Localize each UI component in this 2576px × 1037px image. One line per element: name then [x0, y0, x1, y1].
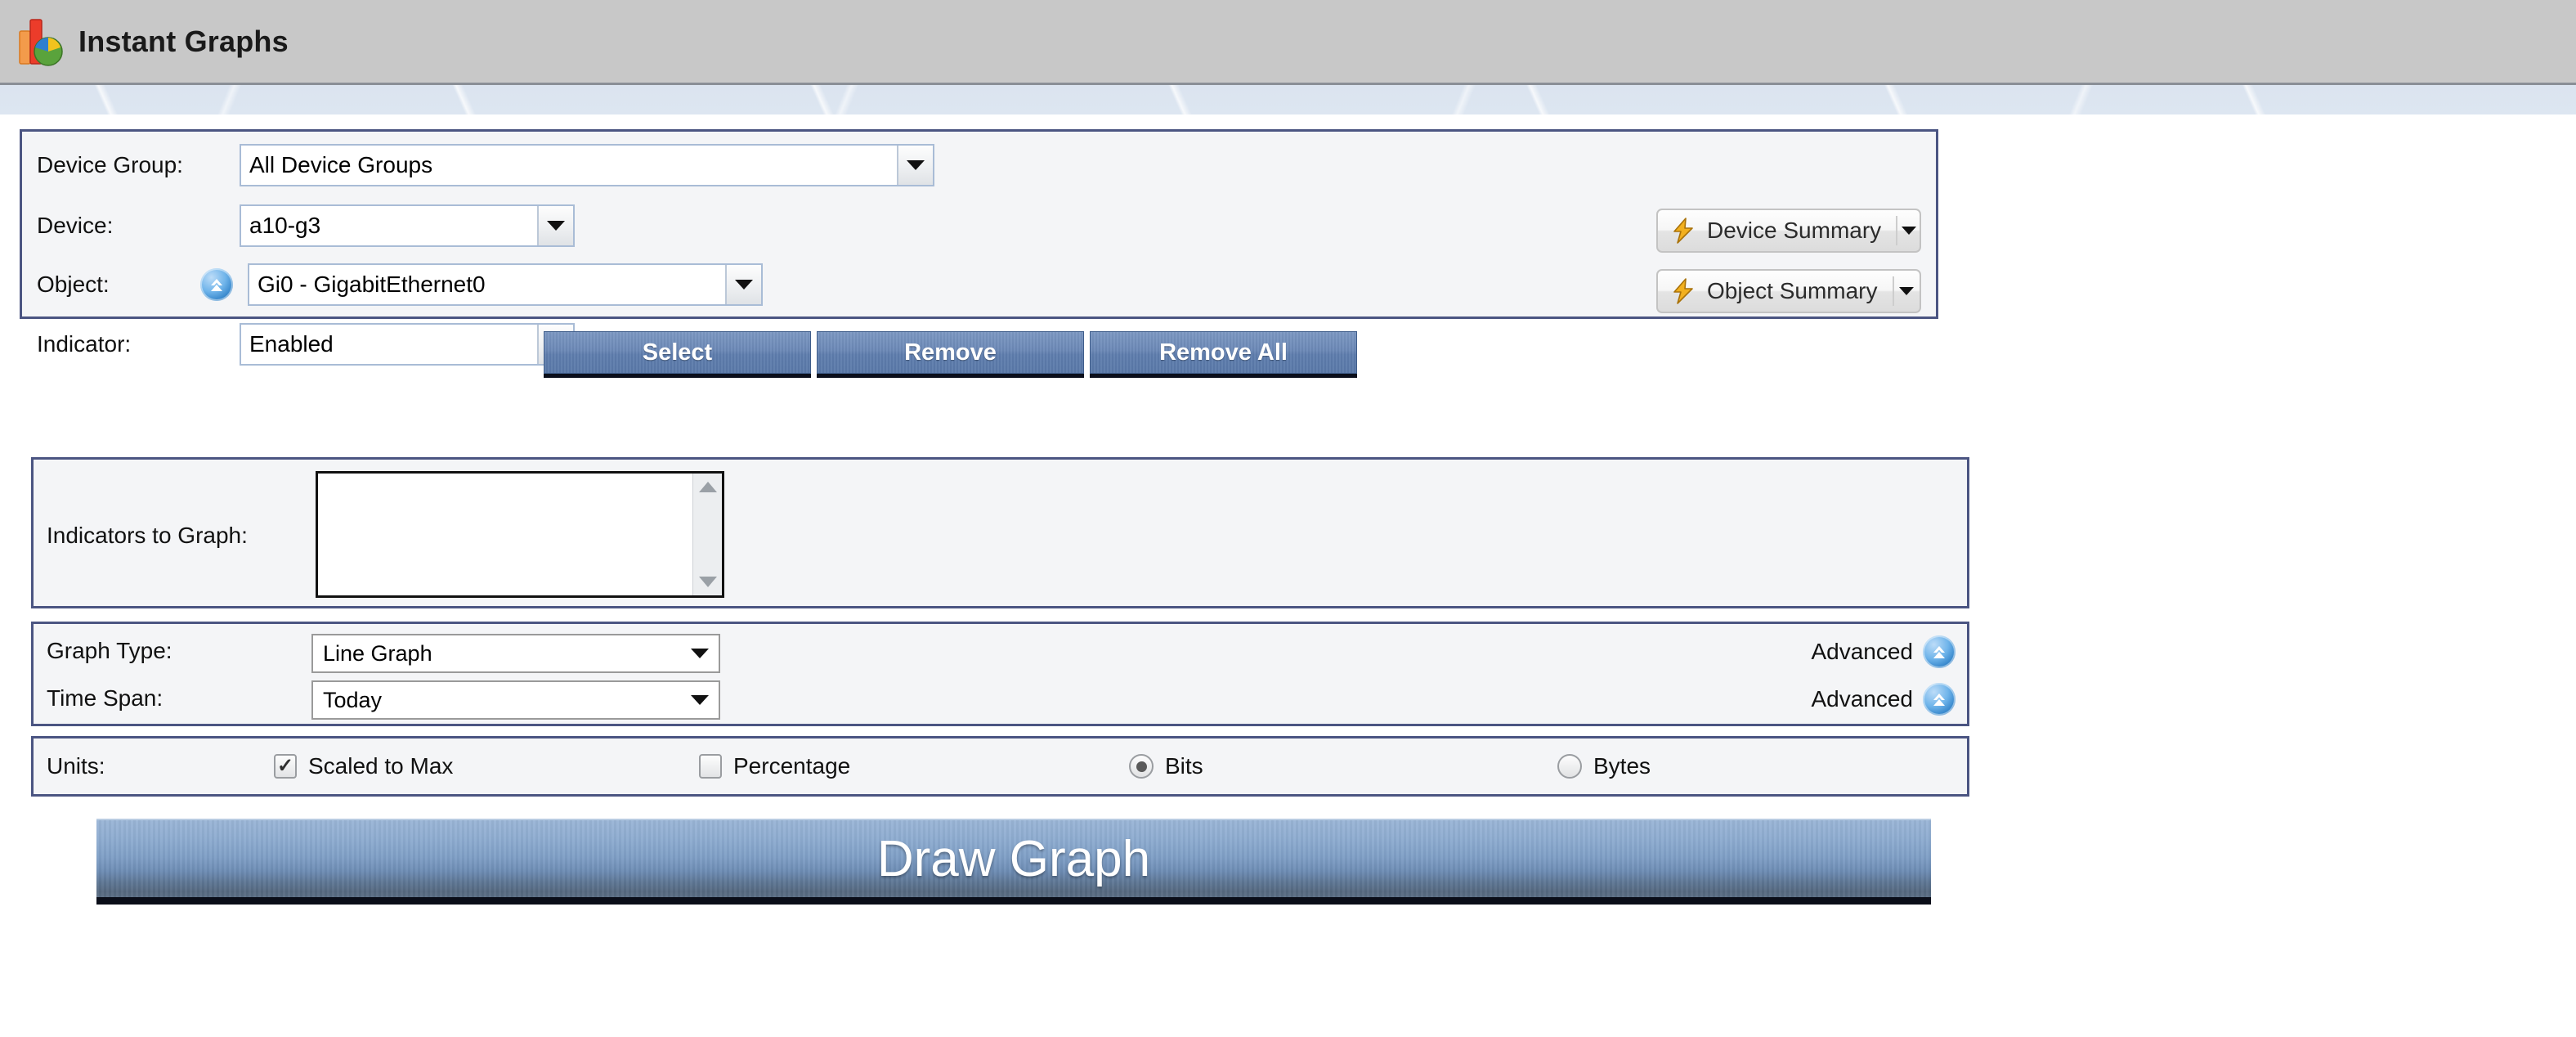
scaled-to-max-checkbox[interactable]: ✓ [274, 754, 297, 779]
device-select[interactable]: a10-g3 [240, 204, 575, 247]
page-content: Device Group: All Device Groups Device: … [0, 114, 2576, 1037]
bytes-label: Bytes [1593, 753, 1651, 779]
bar-pie-chart-icon [18, 16, 64, 67]
object-value: Gi0 - GigabitEthernet0 [249, 265, 725, 304]
object-select[interactable]: Gi0 - GigabitEthernet0 [248, 263, 763, 306]
advanced-time-span-label: Advanced [1811, 686, 1913, 712]
scroll-up-arrow-icon[interactable] [698, 482, 717, 492]
units-panel: Units: ✓ Scaled to Max Percentage Bits B… [31, 736, 1969, 797]
advanced-graph-type-link[interactable]: Advanced [1811, 635, 1956, 668]
time-span-label: Time Span: [47, 685, 164, 711]
scroll-down-arrow-icon[interactable] [698, 577, 717, 587]
chevron-down-icon[interactable] [691, 649, 709, 658]
select-button[interactable]: Select [544, 331, 811, 374]
device-group-value: All Device Groups [241, 146, 897, 185]
indicator-select[interactable]: Enabled [240, 323, 575, 366]
listbox-scrollbar[interactable] [692, 474, 722, 595]
bits-option[interactable]: Bits [1129, 753, 1203, 779]
percentage-option[interactable]: Percentage [699, 753, 850, 779]
chevron-down-icon[interactable] [725, 265, 761, 304]
indicator-value: Enabled [241, 325, 537, 364]
object-label: Object: [37, 272, 110, 297]
time-span-value: Today [323, 687, 383, 712]
percentage-checkbox[interactable] [699, 754, 722, 779]
selection-panel: Device Group: All Device Groups Device: … [20, 129, 1938, 366]
blue-up-arrow-icon[interactable] [1923, 635, 1956, 668]
indicator-label: Indicator: [37, 331, 132, 357]
graph-options-panel: Graph Type: Line Graph Time Span: Today … [31, 622, 1969, 726]
chevron-down-icon[interactable] [897, 146, 933, 185]
advanced-graph-type-label: Advanced [1811, 639, 1913, 664]
device-group-row: Device Group: All Device Groups [37, 143, 934, 187]
time-span-select[interactable]: Today [311, 680, 720, 720]
chevron-down-icon[interactable] [1897, 227, 1920, 235]
lightning-bolt-icon [1669, 277, 1697, 305]
remove-all-button[interactable]: Remove All [1090, 331, 1357, 374]
lightning-bolt-icon [1669, 217, 1697, 245]
indicator-row: Indicator: Enabled [37, 322, 575, 366]
remove-button[interactable]: Remove [817, 331, 1084, 374]
graph-type-select[interactable]: Line Graph [311, 634, 720, 673]
device-group-label: Device Group: [37, 152, 183, 177]
chevron-down-icon[interactable] [691, 695, 709, 705]
object-summary-button[interactable]: Object Summary [1656, 269, 1921, 313]
device-summary-label: Device Summary [1707, 218, 1882, 243]
percentage-label: Percentage [733, 753, 851, 779]
scaled-to-max-label: Scaled to Max [308, 753, 454, 779]
device-group-select[interactable]: All Device Groups [240, 144, 934, 186]
bytes-radio[interactable] [1557, 754, 1582, 779]
bits-label: Bits [1165, 753, 1203, 779]
indicators-list-area[interactable] [318, 474, 692, 595]
draw-graph-button[interactable]: Draw Graph [96, 819, 1931, 897]
page-title: Instant Graphs [78, 24, 289, 58]
device-value: a10-g3 [241, 206, 537, 245]
blue-up-arrow-icon[interactable] [1923, 683, 1956, 716]
header-accent-strip [0, 85, 2576, 114]
device-row: Device: a10-g3 [37, 204, 575, 248]
indicators-listbox[interactable] [316, 471, 724, 598]
object-summary-label: Object Summary [1707, 278, 1878, 303]
blue-up-arrow-icon[interactable] [200, 268, 233, 301]
advanced-time-span-link[interactable]: Advanced [1811, 683, 1956, 716]
graph-type-value: Line Graph [323, 640, 432, 666]
object-row: Object: Gi0 - GigabitEthernet0 [37, 263, 763, 307]
chevron-down-icon[interactable] [1894, 287, 1920, 295]
app-title-bar: Instant Graphs [0, 0, 2576, 85]
chevron-down-icon[interactable] [537, 206, 573, 245]
device-summary-button[interactable]: Device Summary [1656, 209, 1921, 253]
graph-type-label: Graph Type: [47, 638, 172, 663]
bytes-option[interactable]: Bytes [1557, 753, 1651, 779]
units-label: Units: [47, 753, 105, 779]
bits-radio[interactable] [1129, 754, 1154, 779]
device-label: Device: [37, 213, 114, 238]
indicators-to-graph-label: Indicators to Graph: [47, 523, 248, 548]
scaled-to-max-option[interactable]: ✓ Scaled to Max [274, 753, 453, 779]
indicators-panel: Indicators to Graph: [31, 457, 1969, 608]
